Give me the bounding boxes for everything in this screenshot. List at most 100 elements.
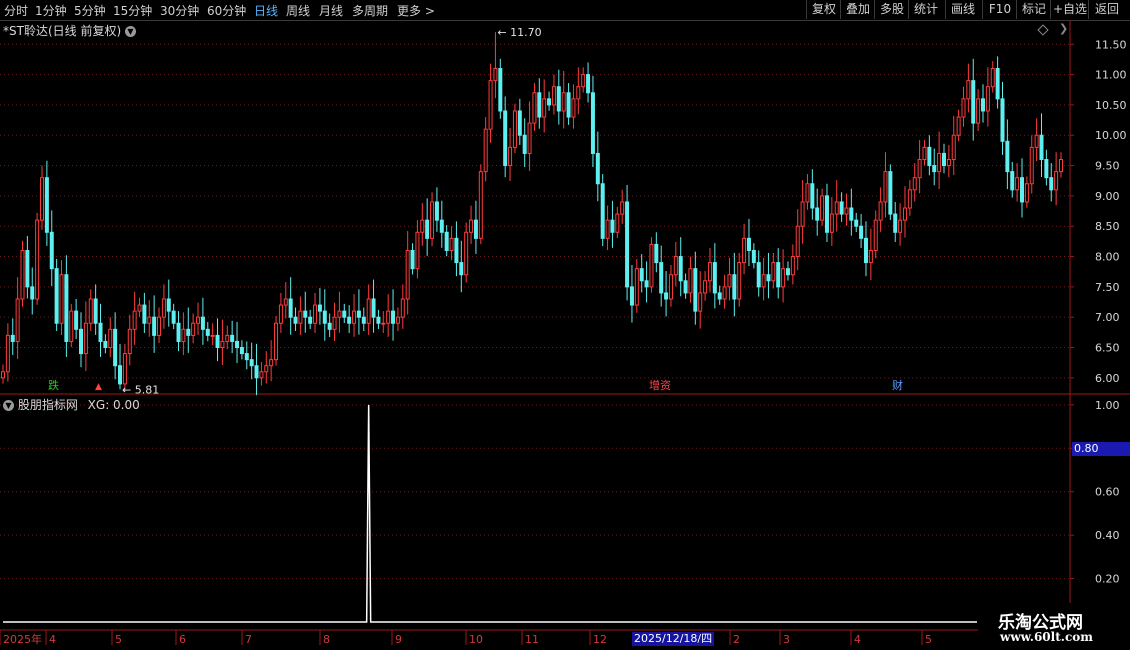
candle-body [225, 334, 230, 342]
candle-body [561, 92, 566, 112]
candle-body [1034, 134, 1039, 148]
chevron-right-icon[interactable]: ❯ [1059, 22, 1068, 35]
candle-body [547, 98, 552, 106]
indicator-xg-line [3, 404, 977, 623]
candle-body [859, 225, 864, 239]
indicator-tick-label: 0.40 [1095, 529, 1120, 542]
candle-body [634, 268, 639, 306]
candle-body [1015, 177, 1020, 191]
candle-body [400, 298, 405, 318]
candle-body [1000, 98, 1005, 142]
month-label: 2 [733, 633, 740, 646]
candle-body [327, 322, 332, 330]
candle-body [595, 152, 600, 185]
event-marker-finance[interactable]: 财 [891, 380, 904, 392]
candle-body [259, 371, 264, 379]
candle-body [1054, 171, 1059, 191]
month-label: 7 [245, 633, 252, 646]
candle-body [347, 316, 352, 324]
candle-body [659, 262, 664, 294]
candle-body [707, 262, 712, 282]
candle-body [712, 262, 717, 294]
candle-body [108, 328, 113, 349]
candle-body [805, 183, 810, 203]
candle-body [235, 340, 240, 349]
month-label: 2025年 [3, 632, 42, 646]
candle-body [157, 316, 162, 336]
candle-body [308, 316, 313, 324]
cursor-value-box: 0.80 [1072, 442, 1130, 456]
candle-body [1005, 140, 1010, 173]
candle-body [932, 165, 937, 173]
candle-body [888, 171, 893, 215]
candle-body [483, 128, 488, 173]
candle-body [732, 274, 737, 300]
candle-body [332, 316, 337, 330]
candle-body [415, 231, 420, 270]
kline-chart[interactable]: 11.50 11.00 10.50 10.00 9.50 9.00 8.50 8.00 7.50… [0, 0, 1130, 650]
candle-body [566, 92, 571, 118]
candle-body [15, 298, 20, 342]
candle-body [244, 353, 249, 361]
candle-body [181, 328, 186, 342]
candle-body [551, 86, 556, 106]
event-marker-capital[interactable]: 增资 [648, 380, 672, 392]
candle-body [522, 134, 527, 154]
candle-body [405, 249, 410, 300]
candle-body [673, 256, 678, 276]
candle-body [517, 110, 522, 136]
candle-body [1059, 158, 1063, 173]
candle-body [386, 310, 391, 324]
candle-body [868, 249, 873, 264]
candle-body [118, 365, 123, 385]
candle-body [313, 304, 318, 324]
candle-body [668, 274, 673, 300]
candle-body [756, 262, 761, 288]
candle-body [478, 171, 483, 239]
candle-body [722, 286, 727, 300]
candle-body [269, 359, 274, 367]
candle-body [873, 219, 878, 251]
candle-body [907, 189, 912, 209]
candle-body [620, 201, 625, 215]
candle-body [303, 310, 308, 318]
month-label: 5 [115, 633, 122, 646]
candle-body [863, 237, 868, 264]
candle-body [191, 322, 196, 336]
candle-body [376, 316, 381, 324]
candle-body [829, 213, 834, 233]
candle-body [746, 237, 751, 251]
candle-body [815, 207, 820, 221]
candle-body [176, 322, 181, 342]
candle-body [512, 110, 517, 148]
candle-body [342, 310, 347, 318]
candle-body [264, 365, 269, 373]
candle-body [839, 201, 844, 215]
candle-body [391, 310, 396, 324]
stock-name-label: *ST聆达(日线 前复权) [3, 24, 122, 38]
candle-body [610, 219, 615, 233]
candle-body [196, 316, 201, 324]
candle-body [69, 310, 74, 342]
candle-body [205, 328, 210, 336]
event-marker-fall[interactable]: 跌 [47, 380, 60, 392]
candle-body [698, 292, 703, 312]
chevron-down-icon[interactable]: ▼ [3, 400, 14, 411]
candle-body [459, 262, 464, 276]
up-arrow-icon: ▲ [95, 382, 102, 392]
candle-body [1010, 171, 1015, 191]
candle-body [781, 268, 786, 288]
candle-body [317, 304, 322, 312]
candle-body [937, 152, 942, 173]
price-tick-label: 8.00 [1095, 251, 1120, 264]
candle-body [503, 110, 508, 167]
chevron-down-icon[interactable]: ▼ [124, 26, 136, 37]
candle-body [556, 86, 561, 112]
candle-body [498, 68, 503, 112]
candle-body [625, 201, 630, 288]
candle-body [356, 310, 361, 318]
candle-body [795, 225, 800, 258]
candle-body [527, 122, 532, 154]
month-label: 6 [179, 633, 186, 646]
candle-body [790, 256, 795, 276]
